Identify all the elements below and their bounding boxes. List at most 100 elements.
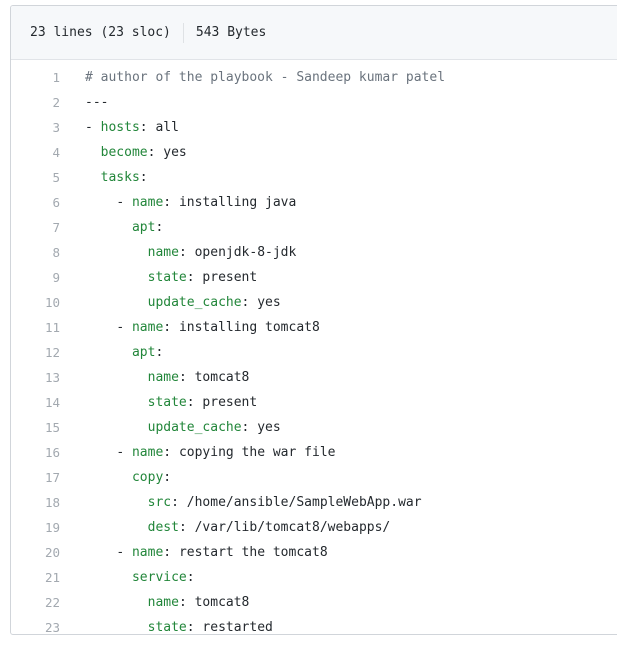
line-code: - hosts: all [60, 115, 179, 140]
code-line: 11 - name: installing tomcat8 [11, 315, 617, 340]
code-token-punct: : [163, 470, 172, 485]
line-code: update_cache: yes [60, 415, 281, 440]
code-token-punct: : [163, 195, 179, 210]
line-number[interactable]: 5 [11, 165, 60, 190]
code-token-key: state [147, 270, 187, 285]
code-token-punct: : [186, 620, 203, 635]
code-token-punct: : [186, 395, 203, 410]
code-token-val: /home/ansible/SampleWebApp.war [186, 495, 422, 510]
code-token-punct: - [116, 195, 132, 210]
code-token-val: installing java [178, 195, 297, 210]
line-code: --- [60, 90, 108, 115]
line-number[interactable]: 13 [11, 365, 60, 390]
code-token-key: state [147, 395, 187, 410]
line-number[interactable]: 2 [11, 90, 60, 115]
line-number[interactable]: 4 [11, 140, 60, 165]
line-number[interactable]: 15 [11, 415, 60, 440]
code-line: 7 apt: [11, 215, 617, 240]
line-number[interactable]: 17 [11, 465, 60, 490]
line-code: - name: copying the war file [60, 440, 335, 465]
code-line: 17 copy: [11, 465, 617, 490]
line-number[interactable]: 1 [11, 65, 60, 90]
line-number[interactable]: 18 [11, 490, 60, 515]
code-line: 19 dest: /var/lib/tomcat8/webapps/ [11, 515, 617, 540]
code-token-punct: : [178, 520, 195, 535]
line-number[interactable]: 23 [11, 615, 60, 634]
file-info-header: 23 lines (23 sloc) 543 Bytes [11, 6, 617, 60]
code-token-val: installing tomcat8 [178, 320, 320, 335]
line-number[interactable]: 3 [11, 115, 60, 140]
code-token-punct: : [155, 345, 164, 360]
line-number[interactable]: 22 [11, 590, 60, 615]
code-token-punct: : [241, 295, 258, 310]
line-code: # author of the playbook - Sandeep kumar… [60, 65, 445, 90]
line-number[interactable]: 6 [11, 190, 60, 215]
line-code: name: tomcat8 [60, 590, 250, 615]
code-token-key: name [131, 445, 164, 460]
line-code: name: openjdk-8-jdk [60, 240, 297, 265]
code-token-punct: - [116, 320, 132, 335]
code-token-key: apt [131, 220, 156, 235]
code-token-comment: # author of the playbook - Sandeep kumar… [85, 70, 446, 85]
code-line: 18 src: /home/ansible/SampleWebApp.war [11, 490, 617, 515]
line-code: state: present [60, 265, 258, 290]
line-number[interactable]: 8 [11, 240, 60, 265]
line-number[interactable]: 21 [11, 565, 60, 590]
code-line: 16 - name: copying the war file [11, 440, 617, 465]
code-token-punct: : [147, 145, 164, 160]
line-code: apt: [60, 215, 163, 240]
code-line: 20 - name: restart the tomcat8 [11, 540, 617, 565]
code-line: 9 state: present [11, 265, 617, 290]
code-token-key: name [131, 545, 164, 560]
code-token-key: copy [131, 470, 164, 485]
code-token-punct: : [186, 270, 203, 285]
line-number[interactable]: 9 [11, 265, 60, 290]
code-token-key: name [147, 595, 179, 610]
line-code: src: /home/ansible/SampleWebApp.war [60, 490, 422, 515]
code-line: 13 name: tomcat8 [11, 365, 617, 390]
code-line: 5 tasks: [11, 165, 617, 190]
code-line: 22 name: tomcat8 [11, 590, 617, 615]
line-number[interactable]: 12 [11, 340, 60, 365]
file-viewer: 23 lines (23 sloc) 543 Bytes 1 # author o… [10, 5, 617, 635]
code-token-key: src [147, 495, 172, 510]
code-line: 14 state: present [11, 390, 617, 415]
code-token-val: tomcat8 [194, 595, 250, 610]
code-token-key: name [147, 245, 179, 260]
line-code: name: tomcat8 [60, 365, 250, 390]
code-token-punct: : [163, 445, 179, 460]
code-line: 4 become: yes [11, 140, 617, 165]
line-code: state: restarted [60, 615, 273, 635]
code-line: 8 name: openjdk-8-jdk [11, 240, 617, 265]
code-token-punct: : [178, 370, 195, 385]
code-token-punct: : [163, 545, 179, 560]
line-code: - name: installing java [60, 190, 296, 215]
code-token-punct: : [171, 495, 187, 510]
line-number[interactable]: 14 [11, 390, 60, 415]
line-code: dest: /var/lib/tomcat8/webapps/ [60, 515, 391, 540]
code-token-punct: : [178, 245, 195, 260]
line-code: become: yes [60, 140, 187, 165]
line-number[interactable]: 7 [11, 215, 60, 240]
line-number[interactable]: 10 [11, 290, 60, 315]
line-number[interactable]: 19 [11, 515, 60, 540]
line-code: - name: installing tomcat8 [60, 315, 320, 340]
code-line: 15 update_cache: yes [11, 415, 617, 440]
code-line: 3- hosts: all [11, 115, 617, 140]
line-number[interactable]: 16 [11, 440, 60, 465]
code-line: 12 apt: [11, 340, 617, 365]
line-number[interactable]: 11 [11, 315, 60, 340]
code-line: 23 state: restarted [11, 615, 617, 635]
file-info-divider [182, 22, 184, 43]
line-number[interactable]: 20 [11, 540, 60, 565]
